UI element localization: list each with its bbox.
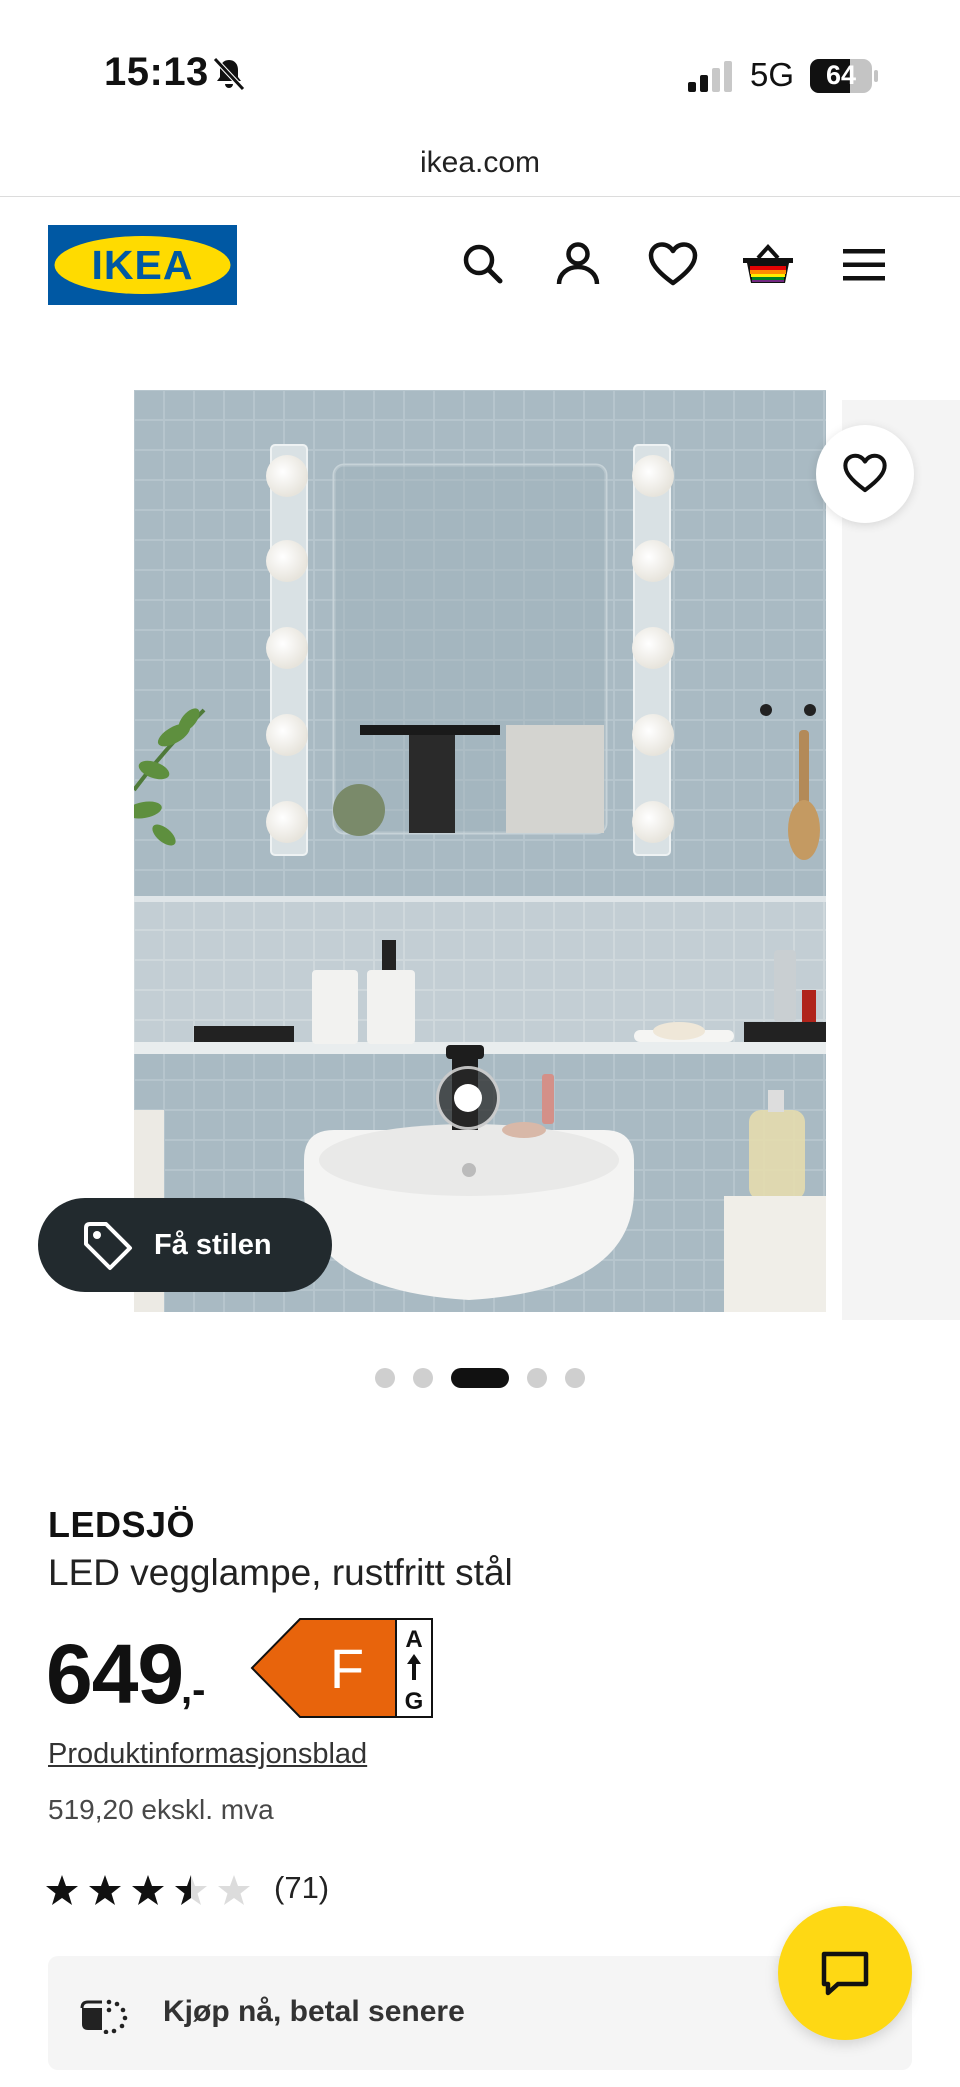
ikea-logo[interactable]: IKEA (48, 225, 237, 305)
energy-scale-top: A (405, 1626, 422, 1653)
account-icon[interactable] (550, 237, 606, 293)
get-the-style-label: Få stilen (154, 1228, 272, 1261)
search-icon[interactable] (455, 237, 511, 293)
payment-icon (80, 1999, 128, 2034)
menu-icon[interactable] (836, 237, 892, 293)
pagination-dot[interactable] (413, 1368, 433, 1388)
star-icon (89, 1875, 121, 1905)
gallery-pagination (0, 1368, 960, 1388)
basket-icon[interactable] (740, 237, 796, 293)
get-the-style-button[interactable]: Få stilen (38, 1198, 332, 1292)
svg-text:IKEA: IKEA (92, 242, 194, 288)
battery-icon: 64 (810, 59, 880, 93)
product-price: 649 (46, 1627, 184, 1721)
bell-muted-icon (213, 57, 245, 91)
url-text[interactable]: ikea.com (0, 146, 960, 180)
status-time: 15:13 (104, 50, 209, 94)
star-half-icon (175, 1875, 207, 1905)
video-hotspot-button[interactable] (436, 1066, 500, 1130)
rating-stars[interactable] (46, 1870, 256, 1910)
price-suffix: ,- (181, 1668, 206, 1712)
signal-icon (688, 61, 732, 92)
product-info-sheet-link[interactable]: Produktinformasjonsblad (48, 1738, 367, 1771)
price-excluding-vat: 519,20 ekskl. mva (48, 1794, 274, 1825)
product-image[interactable] (134, 390, 826, 1312)
pagination-dot[interactable] (527, 1368, 547, 1388)
energy-class: F (330, 1637, 364, 1700)
star-empty-icon (218, 1875, 250, 1905)
buy-now-pay-later-label: Kjøp nå, betal senere (163, 1995, 465, 2028)
product-name: LEDSJÖ (48, 1504, 196, 1545)
save-favourite-button[interactable] (816, 425, 914, 523)
star-icon (132, 1875, 164, 1905)
hotspot-dot (454, 1084, 482, 1112)
review-count[interactable]: (71) (274, 1870, 329, 1906)
pagination-dot[interactable] (565, 1368, 585, 1388)
heart-icon[interactable] (645, 237, 701, 293)
product-description: LED vegglampe, rustfritt stål (48, 1552, 513, 1593)
pagination-dot[interactable] (375, 1368, 395, 1388)
energy-scale-bottom: G (405, 1688, 424, 1715)
pagination-dot-active[interactable] (451, 1368, 509, 1388)
heart-icon (843, 453, 887, 493)
chat-button[interactable] (778, 1906, 912, 2040)
star-icon (46, 1875, 78, 1905)
tag-icon (84, 1222, 132, 1270)
network-type: 5G (750, 56, 795, 93)
next-product-image-peek[interactable] (842, 400, 960, 1320)
energy-label-button[interactable]: F A G (250, 1618, 434, 1718)
chat-icon (821, 1951, 869, 1996)
battery-level: 64 (825, 60, 857, 90)
